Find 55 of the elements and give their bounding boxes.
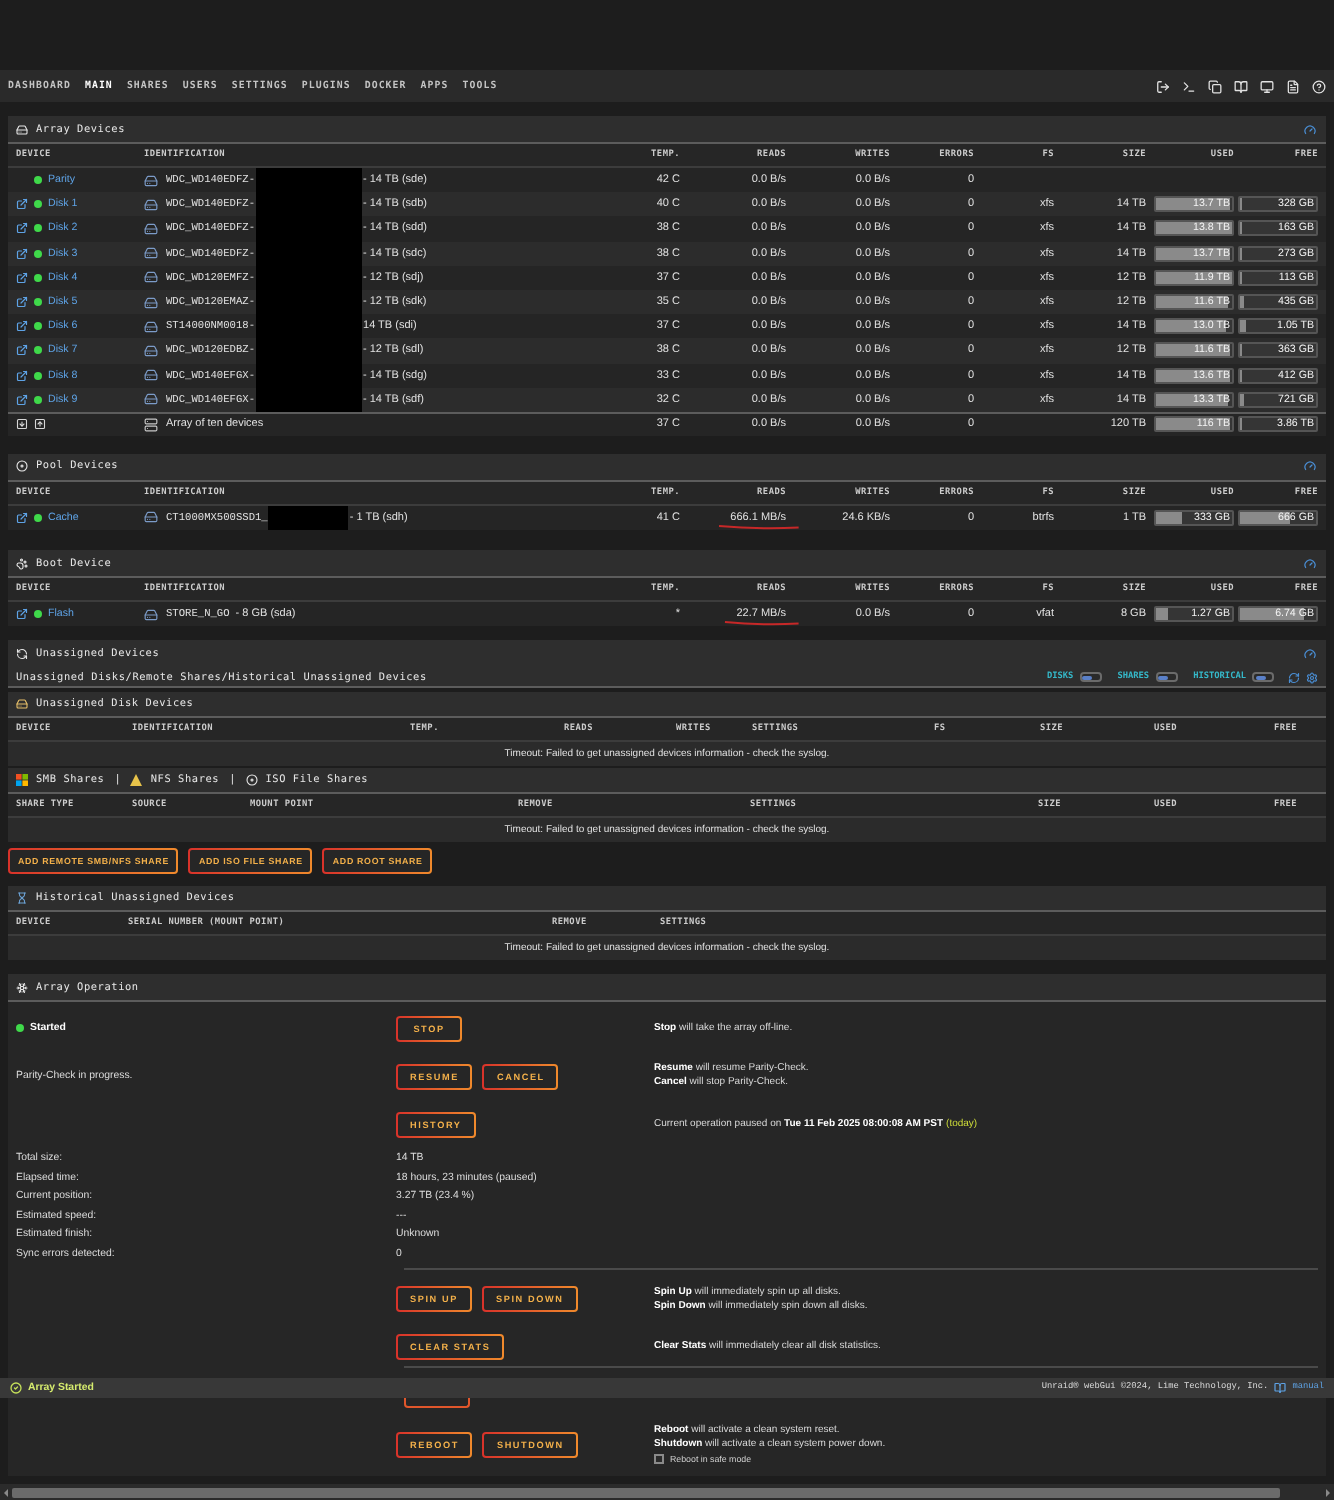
- refresh-icon: [16, 647, 28, 660]
- gauge-icon[interactable]: [1304, 647, 1316, 660]
- help-icon[interactable]: [1312, 79, 1326, 93]
- horizontal-scrollbar[interactable]: [0, 1483, 1334, 1500]
- external-link-icon[interactable]: [16, 369, 28, 382]
- monitor-icon[interactable]: [1260, 79, 1274, 93]
- document-icon[interactable]: [1286, 79, 1300, 93]
- gauge-icon[interactable]: [1304, 460, 1316, 473]
- hard-drive-icon: [16, 123, 28, 135]
- snowflake-icon: [16, 981, 28, 994]
- external-link-icon[interactable]: [16, 222, 28, 235]
- external-link-icon[interactable]: [16, 393, 28, 406]
- hard-drive-icon: [144, 368, 158, 383]
- hard-drive-icon: [144, 246, 158, 261]
- gauge-icon[interactable]: [1304, 557, 1316, 570]
- hard-drive-icon: [144, 319, 158, 334]
- four-squares-icon: [16, 774, 28, 787]
- external-link-icon[interactable]: [16, 296, 28, 309]
- square-arrow-up-icon[interactable]: [34, 418, 46, 431]
- hard-drive-icon: [144, 197, 158, 212]
- external-link-icon[interactable]: [16, 271, 28, 284]
- external-link-icon[interactable]: [16, 511, 28, 524]
- checkbox[interactable]: [654, 1453, 664, 1464]
- hard-drive-icon: [144, 392, 158, 407]
- toggle-switch[interactable]: [1155, 672, 1178, 683]
- external-link-icon[interactable]: [16, 247, 28, 260]
- toggle-switch[interactable]: [1079, 672, 1102, 683]
- refresh-icon[interactable]: [1288, 671, 1300, 684]
- server-icon: [144, 417, 158, 432]
- settings-icon[interactable]: [1306, 671, 1318, 684]
- hard-drive-icon: [144, 510, 158, 525]
- toggle-switch[interactable]: [1252, 672, 1274, 683]
- hard-drive-icon: [144, 173, 158, 188]
- paw-print-icon: [16, 557, 28, 570]
- hard-drive-icon: [144, 295, 158, 310]
- triangle-icon: [130, 774, 143, 787]
- hard-drive-icon: [144, 607, 158, 622]
- hard-drive-icon: [16, 698, 28, 711]
- external-link-icon[interactable]: [16, 320, 28, 333]
- disc-icon: [16, 460, 28, 473]
- external-link-icon[interactable]: [16, 608, 28, 621]
- logout-icon[interactable]: [1156, 79, 1170, 93]
- check-circle-icon: [10, 1381, 22, 1394]
- hard-drive-icon: [144, 221, 158, 236]
- copy-icon[interactable]: [1208, 79, 1222, 93]
- button-edge: [404, 1397, 470, 1408]
- terminal-icon[interactable]: [1182, 79, 1196, 93]
- square-arrow-down-icon[interactable]: [16, 418, 28, 431]
- hourglass-icon: [16, 892, 28, 905]
- hard-drive-icon: [144, 343, 158, 358]
- external-link-icon[interactable]: [16, 344, 28, 357]
- disc-icon: [245, 774, 258, 787]
- gauge-icon[interactable]: [1304, 123, 1316, 135]
- hard-drive-icon: [144, 270, 158, 285]
- external-link-icon[interactable]: [16, 198, 28, 211]
